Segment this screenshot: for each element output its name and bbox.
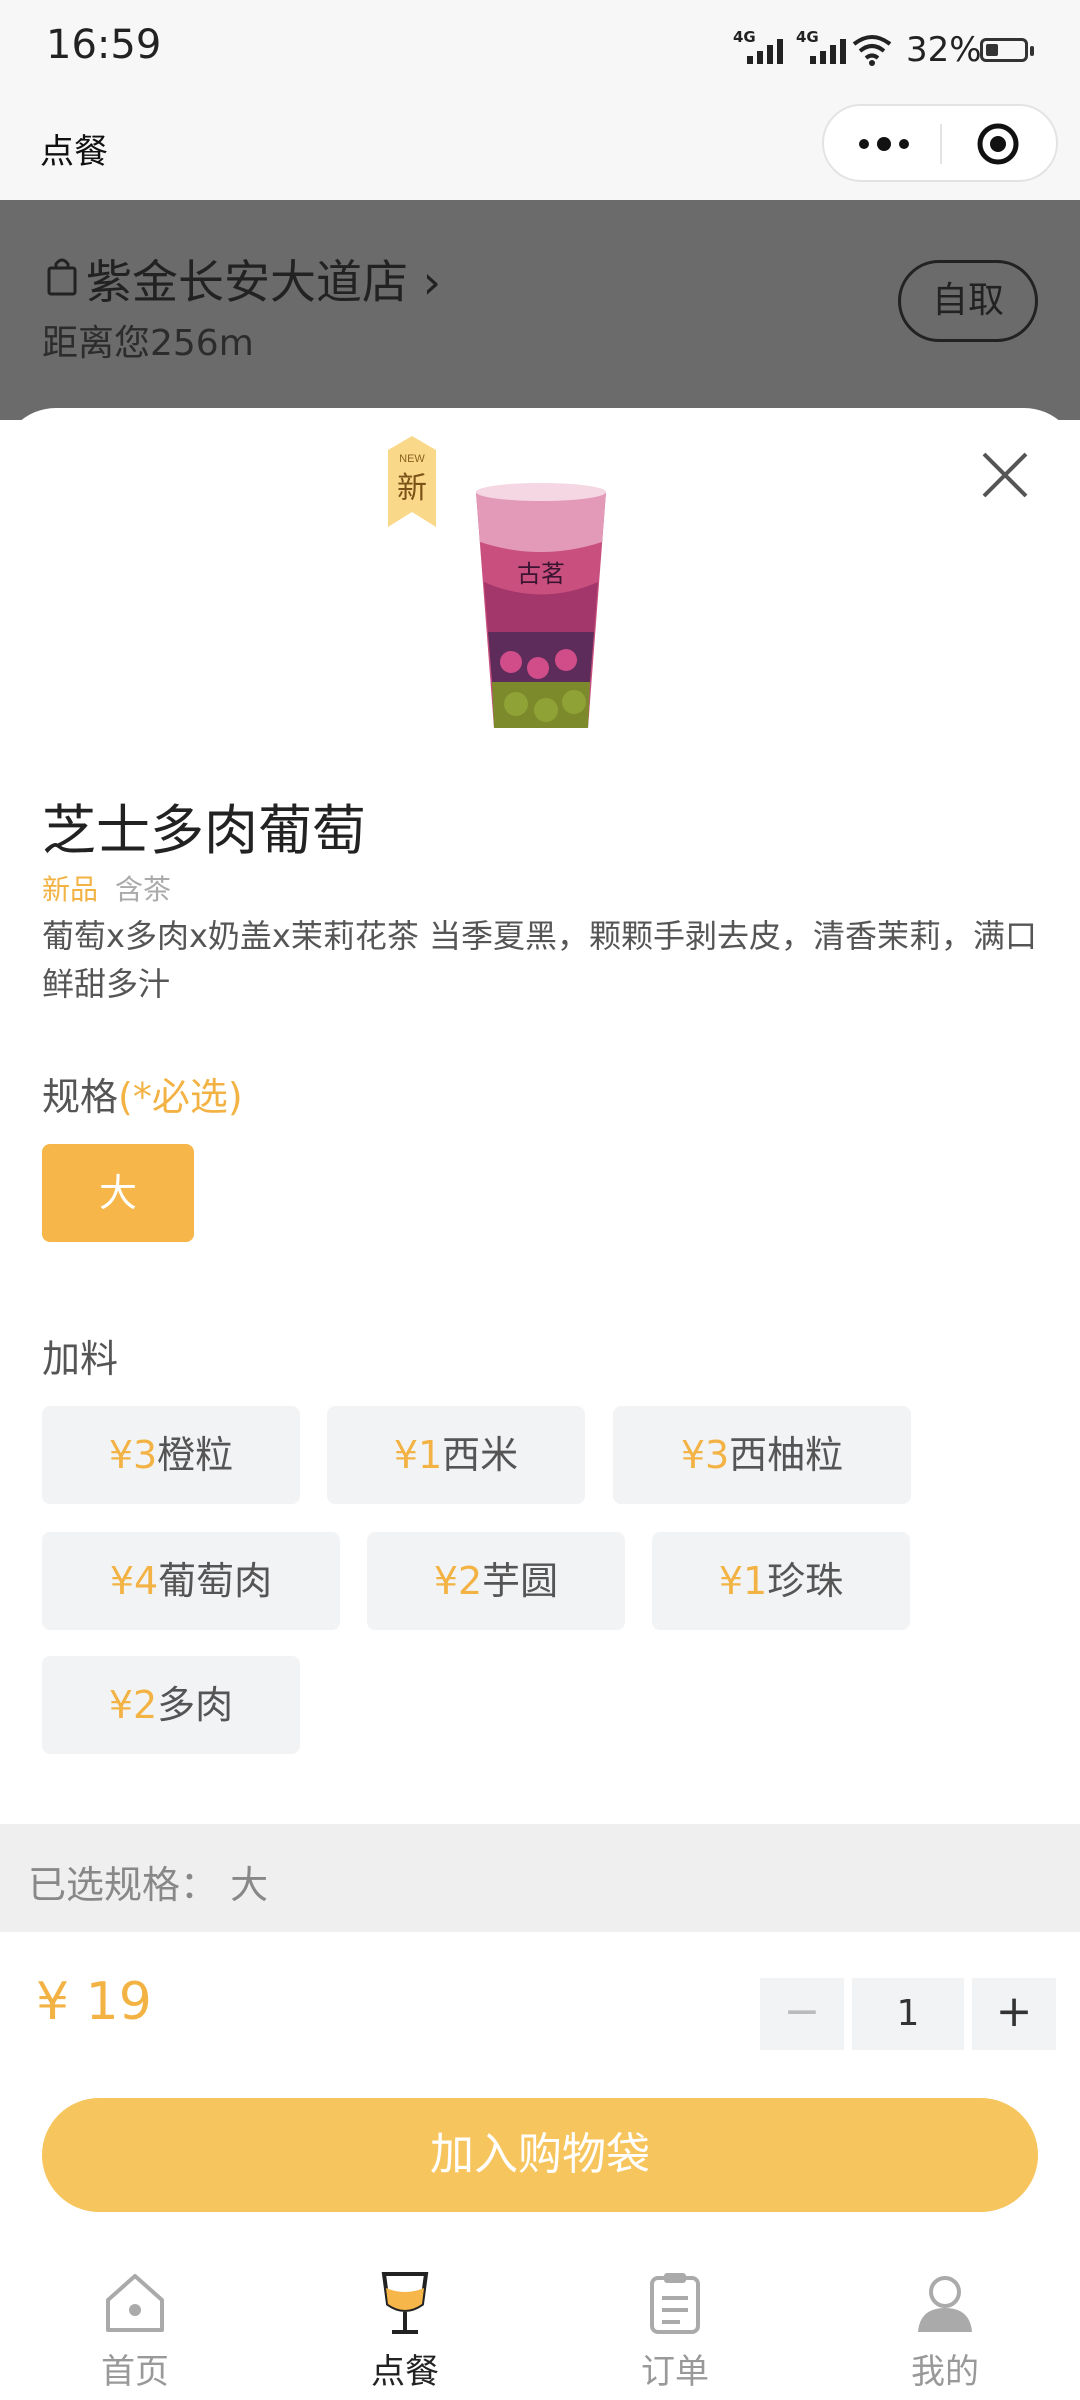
selected-summary: 已选规格： 大 — [28, 1863, 269, 1907]
battery-percent: 32% — [906, 30, 982, 70]
addon-option[interactable]: ¥3西柚粒 — [613, 1406, 911, 1504]
svg-text:古茗: 古茗 — [517, 560, 565, 588]
addon-option[interactable]: ¥1西米 — [327, 1406, 585, 1504]
user-icon — [918, 2276, 972, 2332]
drink-icon — [381, 2272, 429, 2334]
app-header: 点餐 — [0, 100, 1080, 200]
page-title: 点餐 — [40, 132, 108, 172]
status-bar: 16:59 4G 4G 32% — [0, 0, 1080, 100]
close-miniprogram-icon[interactable] — [976, 122, 1020, 166]
bag-icon — [47, 258, 77, 296]
more-icon[interactable] — [854, 132, 914, 156]
product-description: 葡萄x多肉x奶盖x茉莉花茶 当季夏黑，颗颗手剥去皮，清香茉莉，满口鲜甜多汁 — [42, 917, 1037, 1003]
order-icon — [650, 2273, 700, 2334]
product-sheet: NEW 新 古茗 芝士多肉葡萄 新品 含茶 葡萄x多肉x奶盖x茉莉花茶 当季夏黑… — [0, 408, 1080, 2400]
close-icon[interactable] — [980, 450, 1030, 500]
tag-new: 新品 — [42, 873, 99, 906]
addon-option[interactable]: ¥2芋圆 — [367, 1532, 625, 1630]
svg-text:NEW: NEW — [399, 453, 425, 465]
wifi-icon — [852, 35, 892, 66]
tab-orders[interactable]: 订单 — [540, 2250, 810, 2400]
decrease-button[interactable]: − — [760, 1978, 844, 2050]
status-time: 16:59 — [46, 22, 162, 68]
add-to-bag-button[interactable]: 加入购物袋 — [42, 2098, 1038, 2212]
addon-option[interactable]: ¥4葡萄肉 — [42, 1532, 340, 1630]
increase-button[interactable]: + — [972, 1978, 1056, 2050]
addon-option[interactable]: ¥1珍珠 — [652, 1532, 910, 1630]
tab-order[interactable]: 点餐 — [270, 2250, 540, 2400]
tab-bar: 首页 点餐 订单 我的 — [0, 2250, 1080, 2400]
tab-home[interactable]: 首页 — [0, 2250, 270, 2400]
spec-title: 规格(*必选) — [42, 1075, 243, 1119]
product-image: NEW 新 古茗 — [388, 436, 606, 728]
battery-icon — [980, 38, 1034, 62]
spec-option-large[interactable]: 大 — [42, 1144, 194, 1242]
home-icon — [106, 2274, 164, 2332]
addon-option[interactable]: ¥3橙粒 — [42, 1406, 300, 1504]
store-distance: 距离您256m — [42, 323, 254, 364]
store-header: 紫金长安大道店 › 距离您256m 自取 — [0, 200, 1080, 420]
product-name: 芝士多肉葡萄 — [42, 799, 366, 862]
addon-option[interactable]: ¥2多肉 — [42, 1656, 300, 1754]
selected-summary-bar: 已选规格： 大 — [0, 1824, 1080, 1932]
svg-text:新: 新 — [397, 471, 427, 506]
tag-tea: 含茶 — [115, 873, 172, 906]
pickup-button[interactable]: 自取 — [898, 260, 1038, 342]
quantity-value: 1 — [852, 1978, 964, 2050]
price: ¥ 19 — [36, 1972, 152, 2032]
addon-title: 加料 — [42, 1337, 119, 1381]
store-name[interactable]: 紫金长安大道店 › — [86, 246, 441, 312]
tab-mine[interactable]: 我的 — [810, 2250, 1080, 2400]
mini-program-capsule — [822, 104, 1058, 182]
